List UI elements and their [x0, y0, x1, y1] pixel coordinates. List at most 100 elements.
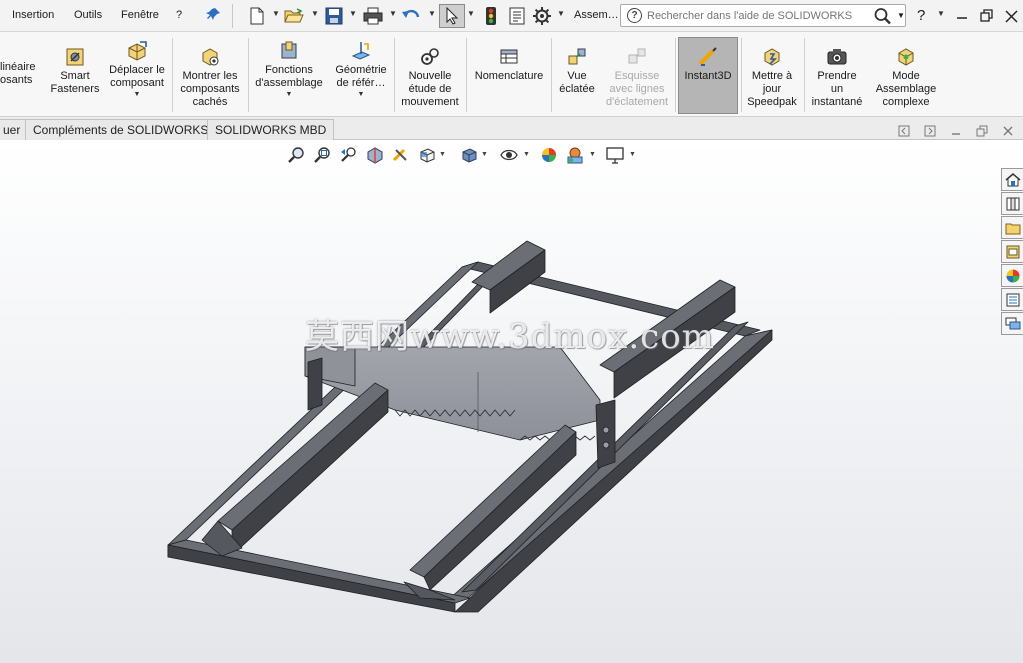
- blade-holder-right: [595, 399, 616, 469]
- chevron-down-icon[interactable]: ▼: [311, 9, 319, 18]
- cmd-label: Instant3D: [684, 70, 732, 82]
- menu-bar: Insertion Outils Fenêtre ? ▼ ▼ ▼ ▼ ▼ ▼ ▼…: [0, 0, 1023, 32]
- chevron-down-icon[interactable]: ▼: [286, 91, 293, 98]
- command-tabs: uer Compléments de SOLIDWORKS SOLIDWORKS…: [0, 117, 1023, 140]
- motion-study-icon: [419, 46, 441, 68]
- chevron-down-icon[interactable]: ▼: [937, 9, 945, 18]
- command-manager: linéaire osants Smart Fasteners Déplacer…: [0, 32, 1023, 117]
- divider: [394, 38, 395, 112]
- cmd-label: Fonctions d'assemblage: [255, 64, 323, 89]
- help-search[interactable]: ? ▼: [620, 4, 906, 27]
- reference-geometry-icon: [350, 40, 372, 62]
- divider: [466, 38, 467, 112]
- exploded-view-button[interactable]: Vue éclatée: [554, 32, 600, 117]
- previous-document-icon[interactable]: [896, 125, 912, 141]
- cmd-label: Mode Assemblage complexe: [875, 70, 937, 108]
- new-motion-study-button[interactable]: Nouvelle étude de mouvement: [397, 32, 463, 117]
- chevron-down-icon[interactable]: ▼: [134, 91, 141, 98]
- smart-fasteners-button[interactable]: Smart Fasteners: [47, 32, 103, 117]
- menu-fenetre[interactable]: Fenêtre: [121, 9, 159, 21]
- exploded-view-icon: [566, 46, 588, 68]
- cmd-label: Mettre à jour Speedpak: [747, 70, 797, 108]
- menu-outils[interactable]: Outils: [74, 9, 102, 21]
- guide-front-right-top: [409, 424, 577, 578]
- chevron-down-icon[interactable]: ▼: [272, 9, 280, 18]
- undo-icon[interactable]: [400, 5, 422, 27]
- divider: [232, 4, 233, 28]
- print-icon[interactable]: [362, 5, 384, 27]
- cmd-label: Esquisse avec lignes d'éclatement: [605, 70, 669, 108]
- take-snapshot-button[interactable]: Prendre un instantané: [806, 32, 868, 117]
- cmd-label: Prendre un instantané: [811, 70, 863, 108]
- doc-minimize-icon[interactable]: [948, 125, 964, 141]
- pin-icon[interactable]: [206, 7, 222, 23]
- tab-complements[interactable]: Compléments de SOLIDWORKS: [25, 119, 217, 140]
- show-hidden-components-button[interactable]: Montrer les composants cachés: [175, 32, 245, 117]
- menu-help[interactable]: ?: [176, 9, 182, 21]
- reference-geometry-button[interactable]: Géométrie de référ… ▼: [329, 32, 393, 117]
- file-properties-icon[interactable]: [506, 5, 528, 27]
- document-context-label: Assem…: [574, 9, 619, 21]
- chevron-down-icon[interactable]: ▼: [389, 9, 397, 18]
- divider: [675, 38, 676, 112]
- select-cursor-icon[interactable]: [439, 4, 465, 28]
- large-assembly-icon: [895, 46, 917, 68]
- blade-holder-left: [307, 357, 323, 411]
- instant3d-icon: [697, 46, 719, 68]
- divider: [741, 38, 742, 112]
- bom-icon: [498, 46, 520, 68]
- doc-restore-icon[interactable]: [974, 125, 990, 141]
- chevron-down-icon[interactable]: ▼: [428, 9, 436, 18]
- bill-of-materials-button[interactable]: Nomenclature: [469, 32, 549, 117]
- help-circle-icon: ?: [627, 8, 642, 23]
- update-speedpak-button[interactable]: Mettre à jour Speedpak: [743, 32, 801, 117]
- chevron-down-icon[interactable]: ▼: [557, 9, 565, 18]
- cmd-label: linéaire osants: [0, 61, 36, 86]
- rebuild-icon[interactable]: [480, 5, 502, 27]
- bolt: [602, 426, 610, 434]
- chevron-down-icon[interactable]: ▼: [467, 9, 475, 18]
- cmd-label: Smart Fasteners: [50, 70, 100, 95]
- options-gear-icon[interactable]: [531, 5, 553, 27]
- next-document-icon[interactable]: [922, 125, 938, 141]
- chevron-down-icon[interactable]: ▼: [897, 11, 905, 20]
- speedpak-icon: [761, 46, 783, 68]
- guide-front-left-top: [217, 382, 389, 531]
- menu-insertion[interactable]: Insertion: [12, 9, 54, 21]
- assembly-features-icon: [278, 40, 300, 62]
- new-document-icon[interactable]: [246, 5, 268, 27]
- show-hidden-icon: [199, 46, 221, 68]
- move-component-icon: [126, 40, 148, 62]
- open-document-icon[interactable]: [283, 5, 305, 27]
- divider: [248, 38, 249, 112]
- tab-mbd[interactable]: SOLIDWORKS MBD: [207, 119, 335, 140]
- chevron-down-icon[interactable]: ▼: [349, 9, 357, 18]
- bolt: [602, 441, 610, 449]
- chevron-down-icon[interactable]: ▼: [358, 91, 365, 98]
- help-button[interactable]: ?: [917, 7, 925, 24]
- doc-close-icon[interactable]: [1000, 125, 1016, 141]
- cmd-label: Géométrie de référ…: [335, 64, 387, 89]
- cmd-label: Nouvelle étude de mouvement: [401, 70, 459, 108]
- search-input[interactable]: [647, 8, 867, 23]
- linear-pattern-button[interactable]: linéaire osants: [0, 32, 46, 117]
- large-assembly-mode-button[interactable]: Mode Assemblage complexe: [870, 32, 942, 117]
- move-component-button[interactable]: Déplacer le composant ▼: [104, 32, 170, 117]
- divider: [551, 38, 552, 112]
- cmd-label: Déplacer le composant: [109, 64, 165, 89]
- watermark: 莫西网www.3dmox.com: [305, 317, 715, 357]
- minimize-icon[interactable]: [951, 5, 973, 27]
- instant3d-button[interactable]: Instant3D: [678, 37, 738, 114]
- explode-line-sketch-icon: [626, 46, 648, 68]
- cmd-label: Montrer les composants cachés: [180, 70, 240, 108]
- restore-icon[interactable]: [976, 5, 998, 27]
- assembly-features-button[interactable]: Fonctions d'assemblage ▼: [251, 32, 327, 117]
- smart-fasteners-icon: [64, 46, 86, 68]
- search-icon[interactable]: [873, 7, 893, 28]
- divider: [172, 38, 173, 112]
- cmd-label: Nomenclature: [474, 70, 544, 82]
- assembly-model[interactable]: [0, 141, 1023, 663]
- cmd-label: Vue éclatée: [559, 70, 595, 95]
- save-icon[interactable]: [323, 5, 345, 27]
- close-icon[interactable]: [1000, 5, 1022, 27]
